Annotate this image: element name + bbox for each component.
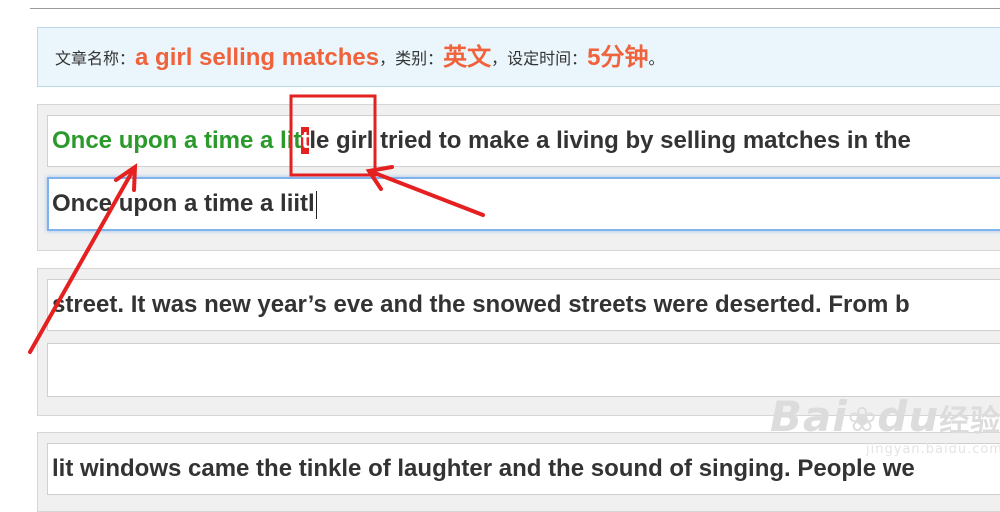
top-divider: [30, 8, 1000, 9]
typing-panel-3: lit windows came the tinkle of laughter …: [37, 432, 1000, 512]
category-label: 类别：: [395, 51, 444, 68]
typing-input-2[interactable]: [47, 343, 1000, 397]
time-label: 设定时间：: [507, 51, 588, 68]
article-name-label: 文章名称：: [55, 51, 136, 68]
typed-correct-text: Once upon a time a lit: [52, 127, 302, 154]
end-period: 。: [648, 51, 665, 68]
typing-panel-1: Once upon a time a little girl tried to …: [37, 104, 1000, 251]
separator: ，: [379, 51, 396, 68]
watermark-url: jingyan.baidu.com: [866, 442, 1000, 457]
separator: ，: [491, 51, 508, 68]
source-text-3: lit windows came the tinkle of laughter …: [52, 455, 915, 482]
time-value: 5分钟: [587, 44, 649, 71]
source-text-2: street. It was new year’s eve and the sn…: [52, 291, 910, 318]
baidu-watermark: Bai❀du经验 jingyan.baidu.com: [770, 392, 1000, 457]
text-caret: [315, 190, 317, 219]
source-line-2: street. It was new year’s eve and the sn…: [47, 279, 1000, 331]
source-line-1: Once upon a time a little girl tried to …: [47, 115, 1000, 167]
article-info-text: 文章名称：a girl selling matches，类别：英文，设定时间：5…: [55, 40, 665, 77]
watermark-logo: Bai: [770, 392, 848, 441]
category-value: 英文: [443, 44, 492, 71]
typing-input-1[interactable]: Once upon a time a liitl: [47, 177, 1000, 231]
source-text-1: Once upon a time a little girl tried to …: [52, 126, 911, 156]
source-line-3: lit windows came the tinkle of laughter …: [47, 443, 1000, 495]
watermark-cn: 经验: [939, 404, 1000, 439]
typing-input-1-value: Once upon a time a liitl: [52, 190, 317, 219]
remaining-text: le girl tried to make a living by sellin…: [309, 127, 911, 154]
article-info-bar: 文章名称：a girl selling matches，类别：英文，设定时间：5…: [37, 27, 1000, 87]
article-title: a girl selling matches: [135, 44, 380, 71]
watermark-logo-suffix: du: [877, 392, 940, 441]
paw-icon: ❀: [847, 400, 878, 440]
